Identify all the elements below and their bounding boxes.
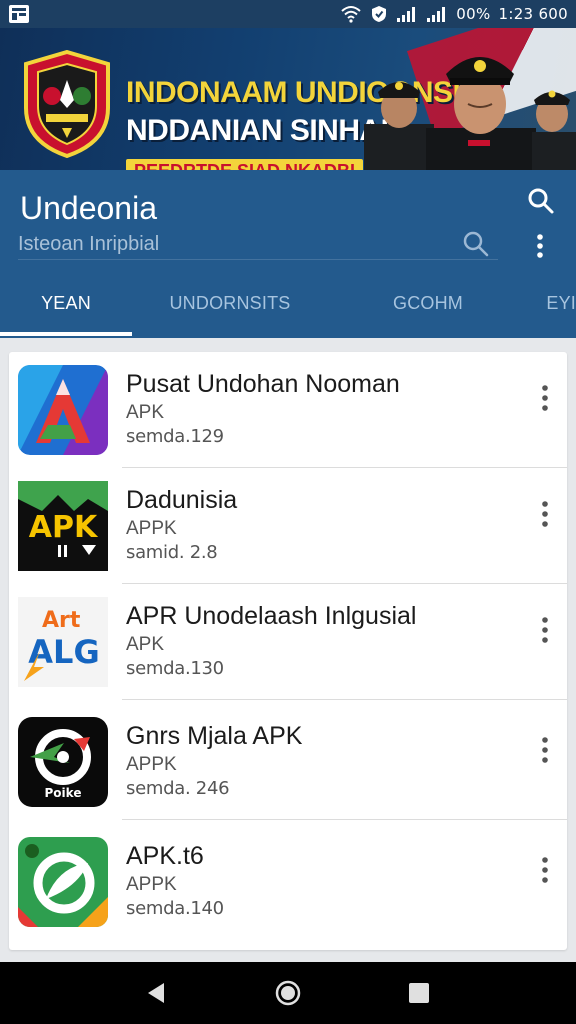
app-name: Dadunisia	[126, 486, 238, 514]
divider	[122, 819, 567, 820]
app-version: semda.129	[126, 426, 224, 447]
officers-illustration	[364, 57, 576, 170]
letter-a-app-icon	[18, 365, 108, 455]
search-input[interactable]	[18, 228, 448, 260]
list-item[interactable]: APK Dadunisia APPK samid. 2.8	[9, 468, 567, 584]
system-nav-bar	[0, 962, 576, 1024]
poike-logo-text: Poike	[45, 786, 82, 800]
app-version: samid. 2.8	[126, 542, 218, 563]
app-type: APPK	[126, 874, 177, 895]
tab-eyi[interactable]: EYI	[528, 270, 576, 336]
app-notification-icon	[9, 5, 29, 23]
app-name: Gnrs Mjala APK	[126, 722, 303, 750]
item-more-icon[interactable]	[533, 734, 557, 766]
recents-icon[interactable]	[404, 978, 434, 1008]
app-version: semda. 246	[126, 778, 230, 799]
item-more-icon[interactable]	[533, 614, 557, 646]
list-item[interactable]: Pusat Undohan Nooman APK semda.129	[9, 352, 567, 468]
item-more-icon[interactable]	[533, 382, 557, 414]
search-icon[interactable]	[526, 186, 556, 216]
poike-app-icon: Poike	[18, 717, 108, 807]
app-name: APR Unodelaash Inlgusial	[126, 602, 417, 630]
list-item[interactable]: Poike Gnrs Mjala APK APPK semda. 246	[9, 704, 567, 820]
app-version: semda.130	[126, 658, 224, 679]
list-item[interactable]: Art ALG APR Unodelaash Inlgusial APK sem…	[9, 584, 567, 700]
apk-logo-text: APK	[29, 510, 99, 545]
tab-undornsits[interactable]: UNDORNSITS	[132, 270, 328, 336]
more-options-icon[interactable]	[530, 232, 550, 260]
signal-icon-2	[427, 7, 446, 22]
status-bar: 00% 1:23 600	[0, 0, 576, 28]
app-type: APK	[126, 634, 165, 655]
battery-level: 00%	[456, 5, 491, 23]
app-version: semda.140	[126, 898, 224, 919]
divider	[122, 699, 567, 700]
back-icon[interactable]	[142, 978, 172, 1008]
emblem-shield-icon	[24, 50, 110, 158]
page-title: Undeonia	[20, 190, 157, 226]
art-logo-text: Art	[42, 608, 81, 633]
app-type: APK	[126, 402, 165, 423]
apk-app-icon: APK	[18, 481, 108, 571]
tab-yean[interactable]: YEAN	[0, 270, 132, 336]
search-field[interactable]	[18, 228, 498, 260]
alg-logo-text: ALG	[28, 633, 99, 671]
item-more-icon[interactable]	[533, 854, 557, 886]
search-submit-icon[interactable]	[462, 230, 490, 258]
signal-icon	[397, 7, 416, 22]
app-name: APK.t6	[126, 842, 204, 870]
home-icon[interactable]	[273, 978, 303, 1008]
alg-app-icon: Art ALG	[18, 597, 108, 687]
wifi-icon	[341, 6, 361, 23]
app-name: Pusat Undohan Nooman	[126, 370, 400, 398]
banner-tagline: PEEDRTDE SIAD NKADBI	[126, 159, 364, 170]
green-leaf-app-icon	[18, 837, 108, 927]
app-type: APPK	[126, 518, 177, 539]
shield-icon	[372, 6, 387, 22]
tab-bar: YEAN UNDORNSITS GCOHM EYI	[0, 270, 576, 336]
app-type: APPK	[126, 754, 177, 775]
clock: 1:23 600	[498, 5, 568, 23]
item-more-icon[interactable]	[533, 498, 557, 530]
list-item[interactable]: APK.t6 APPK semda.140	[9, 824, 567, 940]
tab-gcohm[interactable]: GCOHM	[328, 270, 528, 336]
app-list: Pusat Undohan Nooman APK semda.129 APK D…	[9, 352, 567, 950]
